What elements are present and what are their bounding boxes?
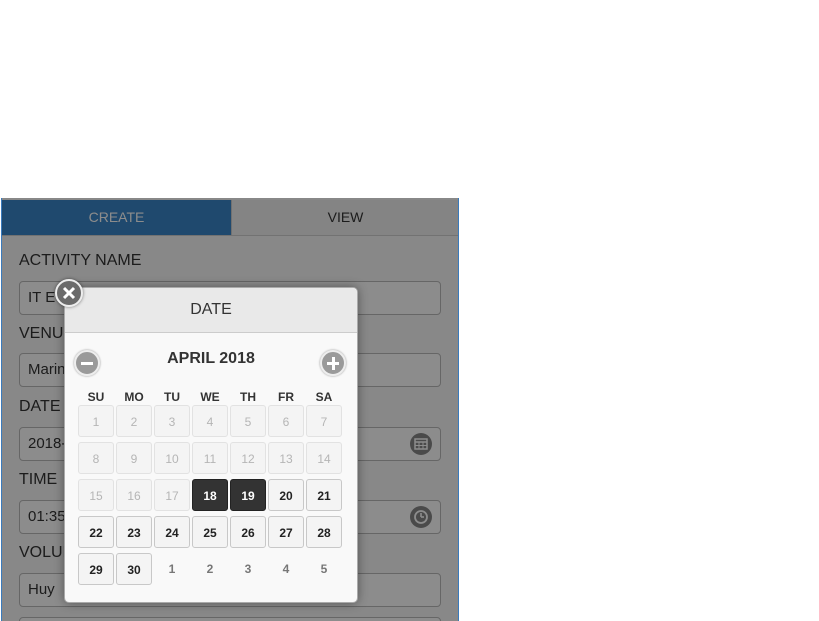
day-cell[interactable]: 29 bbox=[78, 553, 114, 585]
day-cell: 4 bbox=[192, 405, 228, 437]
day-cell-selected[interactable]: 19 bbox=[230, 479, 266, 511]
day-cell: 10 bbox=[154, 442, 190, 474]
day-cell: 7 bbox=[306, 405, 342, 437]
plus-icon[interactable] bbox=[320, 350, 346, 376]
day-cell[interactable]: 2 bbox=[192, 553, 228, 585]
day-cell[interactable]: 1 bbox=[154, 553, 190, 585]
day-cell[interactable]: 3 bbox=[230, 553, 266, 585]
day-cell[interactable]: 4 bbox=[268, 553, 304, 585]
day-cell: 14 bbox=[306, 442, 342, 474]
weekday-tu: TU bbox=[164, 390, 180, 404]
weekday-fr: FR bbox=[278, 390, 294, 404]
day-cell[interactable]: 25 bbox=[192, 516, 228, 548]
day-cell: 2 bbox=[116, 405, 152, 437]
day-cell[interactable]: 20 bbox=[268, 479, 304, 511]
day-cell: 17 bbox=[154, 479, 190, 511]
day-cell: 6 bbox=[268, 405, 304, 437]
day-cell: 13 bbox=[268, 442, 304, 474]
day-cell-selected[interactable]: 18 bbox=[192, 479, 228, 511]
datepicker-header: DATE bbox=[65, 288, 357, 333]
day-cell: 15 bbox=[78, 479, 114, 511]
day-cell: 16 bbox=[116, 479, 152, 511]
day-cell[interactable]: 22 bbox=[78, 516, 114, 548]
close-icon[interactable] bbox=[55, 279, 83, 307]
day-cell: 12 bbox=[230, 442, 266, 474]
weekday-sa: SA bbox=[315, 390, 333, 404]
month-title: APRIL 2018 bbox=[167, 350, 255, 367]
day-cell[interactable]: 24 bbox=[154, 516, 190, 548]
weekday-we: WE bbox=[200, 390, 220, 404]
weekday-mo: MO bbox=[124, 390, 144, 404]
day-cell[interactable]: 28 bbox=[306, 516, 342, 548]
weekday-su: SU bbox=[87, 390, 105, 404]
day-cell: 1 bbox=[78, 405, 114, 437]
day-cell[interactable]: 5 bbox=[306, 553, 342, 585]
datepicker-popup: DATE APRIL 2018 SU MO TU WE TH FR SA 123456789… bbox=[64, 287, 358, 603]
day-cell[interactable]: 27 bbox=[268, 516, 304, 548]
day-cell[interactable]: 30 bbox=[116, 553, 152, 585]
day-cell: 9 bbox=[116, 442, 152, 474]
day-cell[interactable]: 21 bbox=[306, 479, 342, 511]
weekday-th: TH bbox=[240, 390, 256, 404]
day-cell[interactable]: 26 bbox=[230, 516, 266, 548]
day-cell: 3 bbox=[154, 405, 190, 437]
day-cell[interactable]: 23 bbox=[116, 516, 152, 548]
day-cell: 8 bbox=[78, 442, 114, 474]
day-cell: 5 bbox=[230, 405, 266, 437]
day-cell: 11 bbox=[192, 442, 228, 474]
